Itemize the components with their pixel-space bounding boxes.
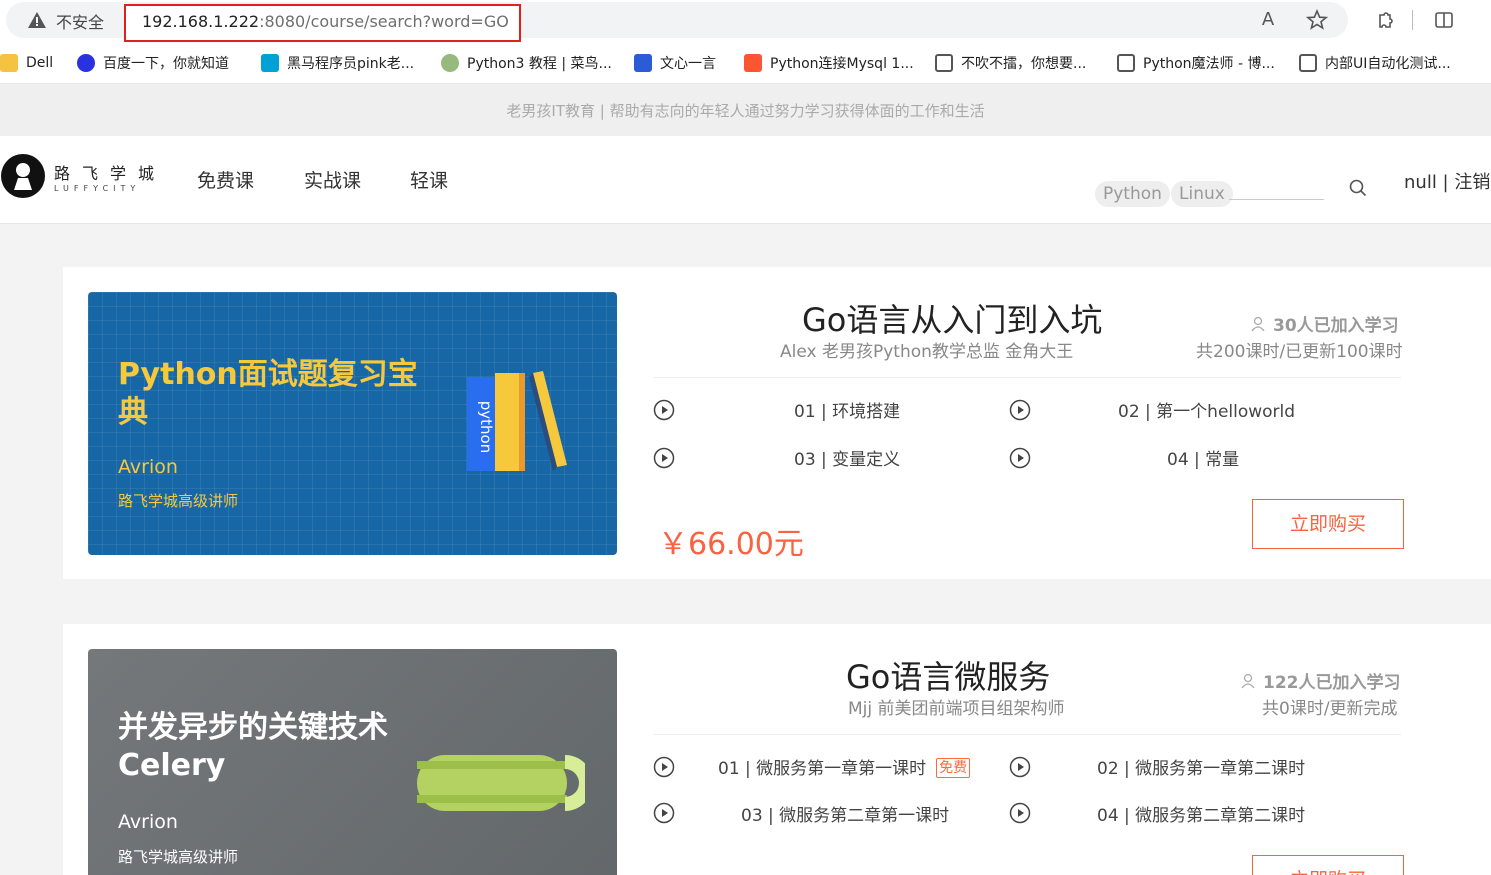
- nav-practical-courses[interactable]: 实战课: [304, 166, 361, 193]
- wenxin-cube-icon: [634, 54, 652, 72]
- person-icon: [1241, 673, 1255, 689]
- site-slogan-banner: 老男孩IT教育 | 帮助有志向的年轻人通过努力学习获得体面的工作和生活: [0, 84, 1491, 136]
- course-teacher: Mjj 前美团前端项目组架构师: [848, 699, 1065, 719]
- play-icon[interactable]: [653, 399, 675, 421]
- lesson-link[interactable]: 03 | 变量定义: [794, 445, 900, 470]
- divider: [653, 734, 1401, 735]
- lesson-link[interactable]: 01 | 环境搭建: [794, 397, 900, 422]
- cnblogs-icon: [935, 54, 953, 72]
- lesson-link[interactable]: 02 | 微服务第一章第二课时: [1097, 754, 1305, 779]
- runoob-icon: [441, 54, 459, 72]
- search-tag-linux[interactable]: Linux: [1171, 181, 1233, 207]
- bookmark-item[interactable]: 黑马程序员pink老...: [261, 53, 414, 73]
- folder-icon: [0, 54, 18, 72]
- cnblogs-icon: [1117, 54, 1135, 72]
- bookmark-item[interactable]: Dell: [0, 53, 53, 73]
- play-icon[interactable]: [653, 447, 675, 469]
- logo-text-cn[interactable]: 路飞学城: [54, 160, 166, 184]
- bookmark-item[interactable]: Python连接Mysql 1...: [744, 53, 914, 73]
- warning-icon[interactable]: [27, 10, 47, 30]
- bookmark-item[interactable]: 内部UI自动化测试...: [1299, 53, 1451, 73]
- url-input[interactable]: 192.168.1.222:8080/course/search?word=GO: [124, 4, 521, 42]
- lesson-link[interactable]: 03 | 微服务第二章第一课时: [741, 801, 949, 826]
- split-screen-icon[interactable]: [1433, 9, 1455, 31]
- bookmark-item[interactable]: 百度一下，你就知道: [77, 53, 229, 73]
- extensions-icon[interactable]: [1374, 9, 1396, 31]
- bookmark-item[interactable]: Python魔法师 - 博...: [1117, 53, 1275, 73]
- bookmarks-bar: Dell 百度一下，你就知道 黑马程序员pink老... Python3 教程 …: [0, 42, 1491, 84]
- bilibili-tv-icon: [261, 54, 279, 72]
- search-input[interactable]: [1229, 199, 1324, 200]
- lesson-link[interactable]: 04 | 微服务第二章第二课时: [1097, 801, 1305, 826]
- site-header: 路飞学城 LUFFYCITY 免费课 实战课 轻课 Python Linux n…: [0, 136, 1491, 224]
- play-icon[interactable]: [1009, 447, 1031, 469]
- divider: [653, 377, 1401, 378]
- course-cover-image[interactable]: 并发异步的关键技术 Celery Avrion 路飞学城高级讲师: [88, 649, 617, 875]
- cover-author: Avrion: [118, 811, 178, 833]
- search-icon[interactable]: [1348, 178, 1368, 198]
- play-icon[interactable]: [1009, 802, 1031, 824]
- browser-address-bar: 不安全 192.168.1.222:8080/course/search?wor…: [0, 0, 1491, 42]
- course-hours: 共0课时/更新完成: [1262, 699, 1398, 719]
- learners-count: 122人已加入学习: [1241, 668, 1401, 693]
- course-teacher: Alex 老男孩Python教学总监 金角大王: [780, 342, 1074, 362]
- baidu-paw-icon: [77, 54, 95, 72]
- buy-now-button[interactable]: 立即购买: [1252, 855, 1404, 875]
- logo-figure-icon: [14, 163, 32, 190]
- nav-light-courses[interactable]: 轻课: [410, 166, 448, 193]
- course-title[interactable]: Go语言微服务: [846, 652, 1050, 698]
- cover-subtitle: 路飞学城高级讲师: [118, 848, 239, 866]
- book-icon: [417, 755, 585, 811]
- course-hours: 共200课时/已更新100课时: [1196, 342, 1403, 362]
- free-badge: 免费: [936, 758, 971, 778]
- svg-text:python: python: [477, 401, 495, 453]
- buy-now-button[interactable]: 立即购买: [1252, 499, 1404, 549]
- books-icon: python: [467, 371, 567, 471]
- logo-text-en: LUFFYCITY: [54, 184, 141, 193]
- lesson-link[interactable]: 01 | 微服务第一章第一课时 免费: [718, 754, 971, 779]
- learners-count: 30人已加入学习: [1251, 311, 1399, 336]
- nav-free-courses[interactable]: 免费课: [197, 166, 254, 193]
- luffy-logo-icon[interactable]: [1, 154, 45, 198]
- person-icon: [1251, 316, 1265, 332]
- cnblogs-icon: [1299, 54, 1317, 72]
- course-cover-image[interactable]: Python面试题复习宝典 Avrion 路飞学城高级讲师 python: [88, 292, 617, 555]
- lesson-link[interactable]: 04 | 常量: [1167, 445, 1239, 470]
- bookmark-item[interactable]: 不吹不擂，你想要...: [935, 53, 1086, 73]
- course-card: Python面试题复习宝典 Avrion 路飞学城高级讲师 python Go语…: [63, 267, 1491, 579]
- lesson-link[interactable]: 02 | 第一个helloworld: [1118, 397, 1295, 422]
- insecure-label[interactable]: 不安全: [56, 9, 104, 33]
- cover-title: Python面试题复习宝典: [118, 357, 418, 430]
- user-logout-links[interactable]: null | 注销: [1404, 168, 1490, 194]
- play-icon[interactable]: [1009, 756, 1031, 778]
- url-host: 192.168.1.222: [142, 12, 260, 31]
- course-card: 并发异步的关键技术 Celery Avrion 路飞学城高级讲师 Go语言微服务…: [63, 624, 1491, 875]
- read-aloud-icon[interactable]: A: [1257, 9, 1279, 31]
- course-price: ￥66.00元: [658, 527, 804, 562]
- url-path: :8080/course/search?word=GO: [259, 12, 509, 31]
- cover-author: Avrion: [118, 456, 178, 478]
- favorite-star-icon[interactable]: [1306, 9, 1328, 31]
- bookmark-item[interactable]: 文心一言: [634, 53, 716, 73]
- bookmark-item[interactable]: Python3 教程 | 菜鸟...: [441, 53, 612, 73]
- cover-title: 并发异步的关键技术 Celery: [118, 710, 388, 783]
- play-icon[interactable]: [653, 756, 675, 778]
- course-title[interactable]: Go语言从入门到入坑: [802, 295, 1102, 341]
- play-icon[interactable]: [1009, 399, 1031, 421]
- toolbar-separator: [1412, 10, 1413, 30]
- csdn-c-icon: [744, 54, 762, 72]
- cover-subtitle: 路飞学城高级讲师: [118, 492, 239, 510]
- play-icon[interactable]: [653, 802, 675, 824]
- search-tag-python[interactable]: Python: [1095, 181, 1170, 207]
